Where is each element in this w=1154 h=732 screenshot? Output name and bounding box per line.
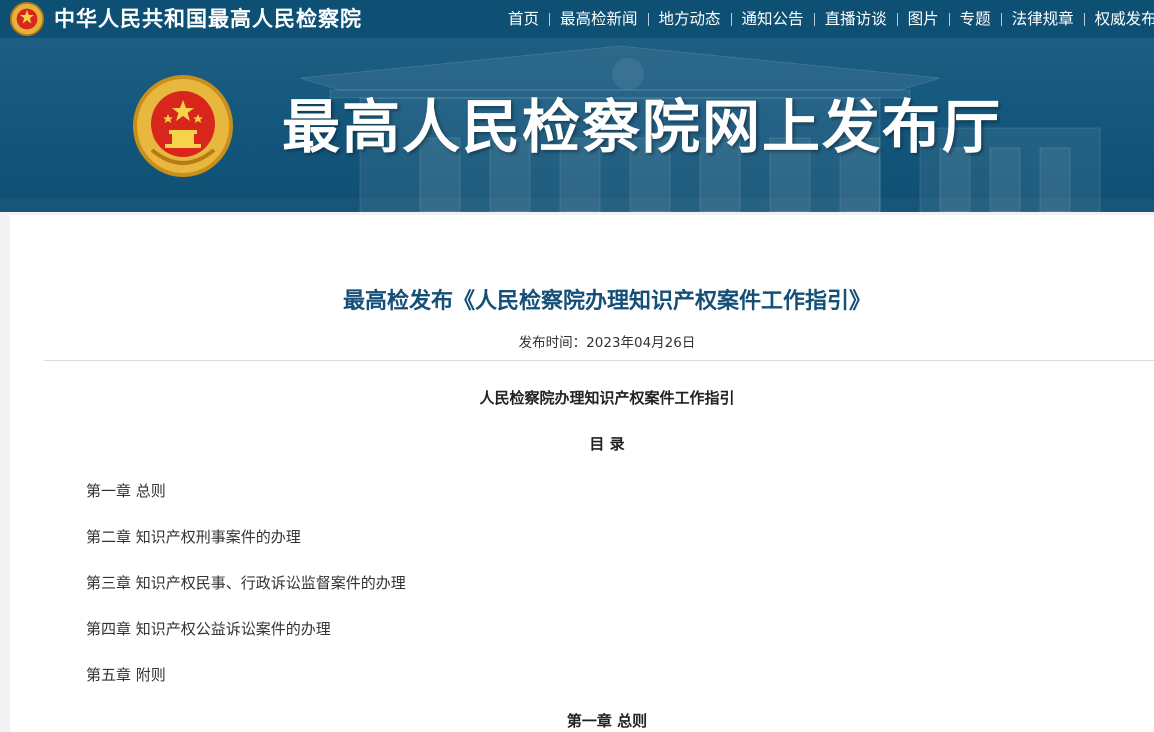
procuratorate-emblem-icon [133,75,233,177]
document-title: 人民检察院办理知识产权案件工作指引 [479,389,735,407]
site-name-logo-text[interactable]: 中华人民共和国最高人民检察院 [54,6,362,32]
nav-item-authoritative-release[interactable]: 权威发布 [1085,0,1154,38]
page-banner: 最高人民检察院网上发布厅 [0,38,1154,212]
nav-item-live-interviews[interactable]: 直播访谈 [815,0,897,38]
publish-date: 发布时间：2023年04月26日 [518,335,696,351]
toc-item-chapter-5: 第五章 附则 [86,666,166,684]
nav-item-laws[interactable]: 法律规章 [1002,0,1084,38]
nav-item-spp-news[interactable]: 最高检新闻 [550,0,648,38]
nav-item-topics[interactable]: 专题 [950,0,1001,38]
nav-item-local-news[interactable]: 地方动态 [649,0,731,38]
nav-item-pictures[interactable]: 图片 [898,0,949,38]
toc-item-chapter-4: 第四章 知识产权公益诉讼案件的办理 [86,620,331,638]
chapter-1-heading: 第一章 总则 [566,712,648,730]
article-title: 最高检发布《人民检察院办理知识产权案件工作指引》 [342,289,871,314]
title-divider [44,360,1154,361]
procuratorate-emblem-icon[interactable] [10,2,44,36]
main-nav: 首页 最高检新闻 地方动态 通知公告 直播访谈 图片 专题 法律规章 权威发布 [498,0,1154,38]
top-navigation-bar: 中华人民共和国最高人民检察院 首页 最高检新闻 地方动态 通知公告 直播访谈 图… [0,0,1154,38]
nav-item-notices[interactable]: 通知公告 [732,0,814,38]
toc-item-chapter-2: 第二章 知识产权刑事案件的办理 [86,528,301,546]
toc-heading: 目 录 [589,435,625,453]
nav-item-home[interactable]: 首页 [498,0,549,38]
toc-item-chapter-1: 第一章 总则 [86,482,166,500]
banner-title: 最高人民检察院网上发布厅 [282,93,1003,161]
toc-item-chapter-3: 第三章 知识产权民事、行政诉讼监督案件的办理 [86,574,406,592]
